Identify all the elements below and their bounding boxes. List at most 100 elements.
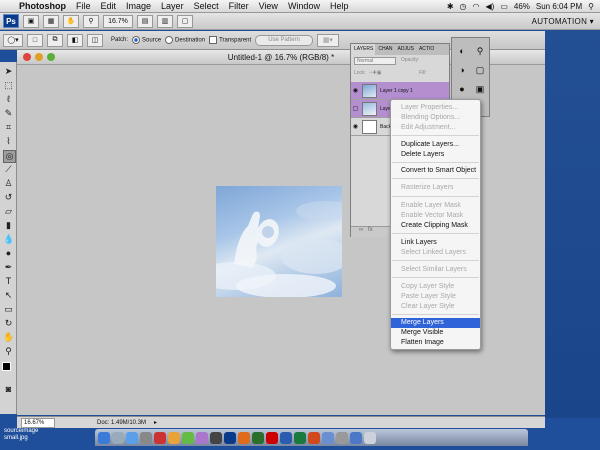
screen-mode-icon[interactable]: ▢ bbox=[177, 14, 193, 28]
itunes-icon[interactable] bbox=[196, 431, 208, 444]
acrobat-icon[interactable] bbox=[266, 431, 278, 444]
lasso-tool-icon[interactable]: ℓ bbox=[3, 94, 14, 105]
clone-stamp-tool-icon[interactable]: ♙ bbox=[3, 178, 14, 189]
volume-icon[interactable]: ◀) bbox=[485, 2, 494, 11]
wifi-icon[interactable]: ◠ bbox=[473, 2, 480, 11]
dodge-tool-icon[interactable]: ● bbox=[3, 248, 14, 259]
3d-rotate-tool-icon[interactable]: ↻ bbox=[3, 318, 14, 329]
hand-icon[interactable]: ✋ bbox=[63, 14, 79, 28]
blur-tool-icon[interactable]: 💧 bbox=[3, 234, 14, 245]
desktop-file[interactable]: sourceimage small.jpg bbox=[4, 428, 48, 448]
crop-tool-icon[interactable]: ⌗ bbox=[3, 122, 14, 133]
word-icon[interactable] bbox=[280, 431, 292, 444]
destination-radio[interactable]: Destination bbox=[165, 36, 205, 44]
quick-mask-icon[interactable]: ◙ bbox=[3, 384, 14, 395]
layer-row[interactable]: ◉ Layer 1 copy 1 bbox=[351, 82, 449, 100]
iphoto-icon[interactable] bbox=[182, 431, 194, 444]
menu-select[interactable]: Select bbox=[189, 1, 224, 11]
dreamweaver-icon[interactable] bbox=[252, 431, 264, 444]
document-image[interactable] bbox=[216, 186, 342, 297]
source-radio[interactable]: Source bbox=[132, 36, 161, 44]
menu-layer[interactable]: Layer bbox=[156, 1, 189, 11]
history-brush-tool-icon[interactable]: ↺ bbox=[3, 192, 14, 203]
spotlight-icon[interactable]: ⚲ bbox=[588, 2, 594, 11]
menu-flatten-image[interactable]: Flatten Image bbox=[391, 338, 480, 348]
info-panel-icon[interactable]: ▣ bbox=[475, 84, 485, 94]
battery-icon[interactable]: ▭ bbox=[500, 2, 508, 11]
workspace-switcher[interactable]: AUTOMATION ▾ bbox=[532, 17, 594, 26]
eye-icon[interactable]: ◉ bbox=[351, 123, 360, 130]
styles-panel-icon[interactable]: ◑ bbox=[457, 65, 467, 75]
blend-mode-select[interactable]: Normal bbox=[354, 57, 396, 65]
type-tool-icon[interactable]: T bbox=[3, 276, 14, 287]
menu-link-layers[interactable]: Link Layers bbox=[391, 238, 480, 248]
quick-selection-tool-icon[interactable]: ✎ bbox=[3, 108, 14, 119]
shape-tool-icon[interactable]: ▭ bbox=[3, 304, 14, 315]
eye-icon[interactable]: ▢ bbox=[351, 105, 360, 112]
ichat-icon[interactable] bbox=[168, 431, 180, 444]
new-selection-icon[interactable]: □ bbox=[27, 33, 43, 47]
menu-merge-visible[interactable]: Merge Visible bbox=[391, 328, 480, 338]
menu-image[interactable]: Image bbox=[121, 1, 156, 11]
transparent-checkbox[interactable]: Transparent bbox=[209, 36, 251, 44]
menu-edit[interactable]: Edit bbox=[96, 1, 122, 11]
menu-window[interactable]: Window bbox=[283, 1, 325, 11]
link-layers-icon[interactable]: ∞ bbox=[359, 227, 363, 233]
mini-bridge-icon[interactable]: ▦ bbox=[43, 14, 59, 28]
subtract-selection-icon[interactable]: ◧ bbox=[67, 33, 83, 47]
layer-name[interactable]: Layer 1 copy 1 bbox=[380, 88, 413, 94]
menu-convert-smart-object[interactable]: Convert to Smart Object bbox=[391, 166, 480, 176]
navigator-panel-icon[interactable]: ● bbox=[457, 84, 467, 94]
path-selection-tool-icon[interactable]: ↖ bbox=[3, 290, 14, 301]
hand-tool-icon[interactable]: ✋ bbox=[3, 332, 14, 343]
tab-layers[interactable]: LAYERS bbox=[351, 44, 376, 55]
brush-tool-icon[interactable]: ⟋ bbox=[3, 164, 14, 175]
arrange-documents-icon[interactable]: ▥ bbox=[157, 14, 173, 28]
pen-tool-icon[interactable]: ✒ bbox=[3, 262, 14, 273]
menu-file[interactable]: File bbox=[71, 1, 96, 11]
downloads-stack-icon[interactable] bbox=[350, 431, 362, 444]
status-doc-size[interactable]: Doc: 1.49M/10.3M bbox=[97, 420, 146, 426]
menu-view[interactable]: View bbox=[254, 1, 283, 11]
tab-actions[interactable]: ACTIO bbox=[416, 44, 436, 55]
mail-icon[interactable] bbox=[140, 431, 152, 444]
move-tool-icon[interactable]: ➤ bbox=[3, 66, 14, 77]
patch-tool-icon[interactable]: ◎ bbox=[3, 150, 16, 163]
status-menu-icon[interactable]: ▸ bbox=[154, 419, 157, 426]
menu-create-clipping-mask[interactable]: Create Clipping Mask bbox=[391, 221, 480, 231]
powerpoint-icon[interactable] bbox=[308, 431, 320, 444]
extras-icon[interactable]: ▤ bbox=[137, 14, 153, 28]
bridge-icon[interactable]: ▣ bbox=[23, 14, 39, 28]
status-zoom-field[interactable]: 16.67% bbox=[21, 417, 55, 428]
time-machine-icon[interactable]: ◷ bbox=[460, 2, 467, 11]
tab-adjustments[interactable]: ADJUS bbox=[395, 44, 416, 55]
terminal-icon[interactable] bbox=[210, 431, 222, 444]
foreground-color-swatch[interactable] bbox=[2, 362, 11, 371]
zoom-level-select[interactable]: 16.7% bbox=[103, 14, 133, 28]
safari-icon[interactable] bbox=[126, 431, 138, 444]
layer-style-icon[interactable]: fx bbox=[368, 227, 373, 233]
illustrator-icon[interactable] bbox=[238, 431, 250, 444]
menu-merge-layers[interactable]: Merge Layers bbox=[391, 318, 480, 328]
eye-icon[interactable]: ◉ bbox=[351, 87, 360, 94]
color-panel-icon[interactable]: ◐ bbox=[457, 46, 467, 56]
calendar-icon[interactable] bbox=[154, 431, 166, 444]
photoshop-dock-icon[interactable] bbox=[224, 431, 236, 444]
bluetooth-icon[interactable]: ✱ bbox=[447, 2, 454, 11]
patch-tool-preset-icon[interactable]: ◯▾ bbox=[3, 33, 23, 47]
gradient-tool-icon[interactable]: ▮ bbox=[3, 220, 14, 231]
trash-icon[interactable] bbox=[364, 431, 376, 444]
swatches-panel-icon[interactable]: ⚲ bbox=[475, 46, 485, 56]
zoom-tool-icon[interactable]: ⚲ bbox=[3, 346, 14, 357]
menu-app-name[interactable]: Photoshop bbox=[14, 1, 71, 11]
dashboard-icon[interactable] bbox=[112, 431, 124, 444]
add-selection-icon[interactable]: ⧉ bbox=[47, 33, 63, 47]
system-preferences-icon[interactable] bbox=[336, 431, 348, 444]
marquee-tool-icon[interactable]: ⬚ bbox=[3, 80, 14, 91]
history-panel-icon[interactable]: ▢ bbox=[475, 65, 485, 75]
eyedropper-tool-icon[interactable]: ⌇ bbox=[3, 136, 14, 147]
menu-filter[interactable]: Filter bbox=[224, 1, 254, 11]
menu-help[interactable]: Help bbox=[325, 1, 354, 11]
menu-duplicate-layers[interactable]: Duplicate Layers... bbox=[391, 140, 480, 150]
finder-icon[interactable] bbox=[98, 431, 110, 444]
